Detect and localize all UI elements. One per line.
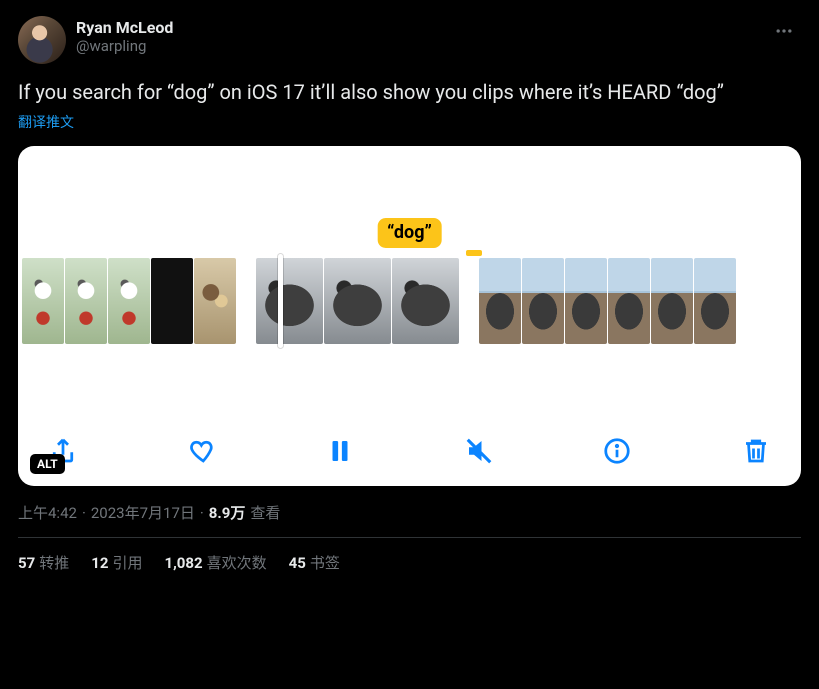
- trash-icon: [741, 436, 771, 466]
- video-thumbnail: [22, 258, 64, 344]
- ellipsis-icon: [774, 21, 794, 41]
- tweet-container: Ryan McLeod @warpling If you search for …: [0, 0, 819, 585]
- video-thumbnail: [194, 258, 236, 344]
- playhead-scrubber[interactable]: [278, 254, 283, 348]
- views-count: 8.9万: [209, 502, 246, 523]
- heart-icon: [187, 436, 217, 466]
- views-label: 查看: [250, 502, 280, 523]
- translate-link[interactable]: 翻译推文: [18, 112, 74, 132]
- tweet-meta: 上午4:42 · 2023年7月17日 · 8.9万 查看: [18, 502, 801, 523]
- display-name[interactable]: Ryan McLeod: [76, 18, 173, 37]
- media-card-top: “dog”: [18, 146, 801, 258]
- video-thumbnail: [324, 258, 391, 344]
- info-icon: [602, 436, 632, 466]
- info-button[interactable]: [600, 434, 634, 468]
- tweet-header: Ryan McLeod @warpling: [18, 16, 801, 64]
- search-term-chip: “dog”: [377, 218, 442, 248]
- quotes-stat[interactable]: 12引用: [91, 552, 142, 573]
- retweets-stat[interactable]: 57转推: [18, 552, 69, 573]
- video-thumbnail: [522, 258, 564, 344]
- clip-group-2: [256, 258, 459, 344]
- tweet-date[interactable]: 2023年7月17日: [91, 502, 195, 523]
- scrubber-flag: [466, 250, 482, 256]
- video-thumbnail: [392, 258, 459, 344]
- speaker-muted-icon: [464, 436, 494, 466]
- tweet-text: If you search for “dog” on iOS 17 it’ll …: [18, 78, 801, 106]
- video-thumbnail: [565, 258, 607, 344]
- video-thumbnail: [479, 258, 521, 344]
- video-thumbnail: [651, 258, 693, 344]
- likes-stat[interactable]: 1,082喜欢次数: [164, 552, 266, 573]
- video-thumbnail: [608, 258, 650, 344]
- alt-badge[interactable]: ALT: [30, 454, 65, 474]
- bookmarks-stat[interactable]: 45书签: [289, 552, 340, 573]
- video-thumbnail: [694, 258, 736, 344]
- media-card[interactable]: “dog”: [18, 146, 801, 486]
- mute-button[interactable]: [462, 434, 496, 468]
- pause-icon: [325, 436, 355, 466]
- delete-button[interactable]: [739, 434, 773, 468]
- video-thumbnail: [256, 258, 323, 344]
- pause-button[interactable]: [323, 434, 357, 468]
- filmstrip[interactable]: [18, 258, 801, 344]
- tweet-time[interactable]: 上午4:42: [18, 502, 77, 523]
- clip-group-1: [22, 258, 236, 344]
- author-block: Ryan McLeod @warpling: [76, 16, 173, 55]
- more-options-button[interactable]: [767, 14, 801, 48]
- handle[interactable]: @warpling: [76, 37, 173, 55]
- tweet-stats: 57转推 12引用 1,082喜欢次数 45书签: [18, 538, 801, 573]
- media-toolbar: [18, 420, 801, 486]
- like-button[interactable]: [185, 434, 219, 468]
- video-thumbnail: [65, 258, 107, 344]
- avatar[interactable]: [18, 16, 66, 64]
- clip-group-3: [479, 258, 736, 344]
- video-thumbnail: [151, 258, 193, 344]
- video-thumbnail: [108, 258, 150, 344]
